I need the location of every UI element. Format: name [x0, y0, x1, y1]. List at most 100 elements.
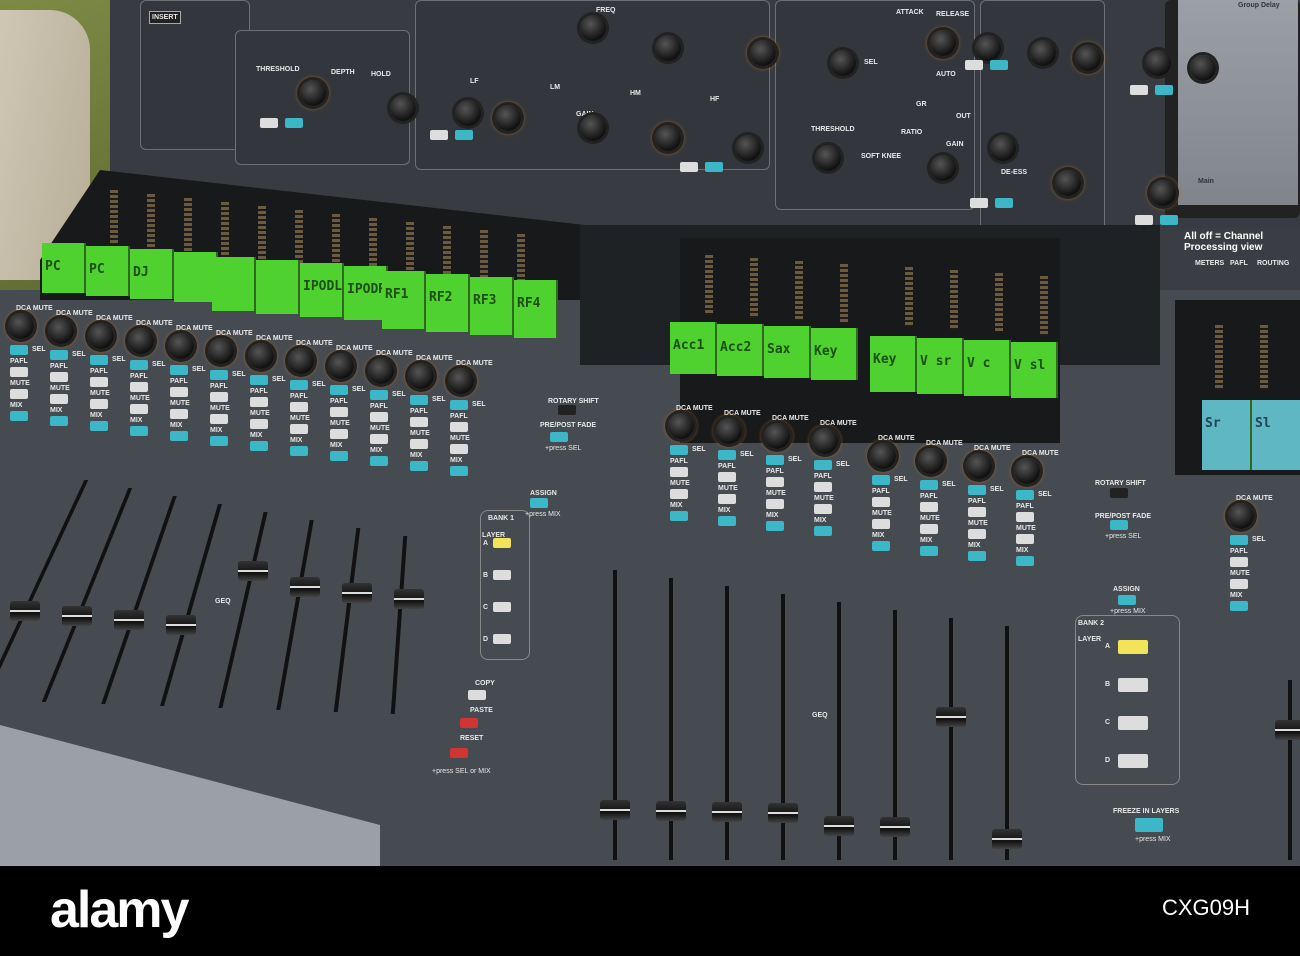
fader-knob[interactable]	[166, 615, 196, 636]
sel-button[interactable]	[705, 162, 723, 172]
layer-c-button[interactable]	[493, 602, 511, 612]
layer-d-button[interactable]	[493, 634, 511, 644]
fader-knob[interactable]	[290, 577, 320, 597]
sel-button[interactable]	[450, 400, 468, 410]
assign-button[interactable]	[530, 498, 548, 508]
rotary-knob[interactable]	[655, 35, 681, 61]
pafl-button[interactable]	[170, 387, 188, 397]
pafl-button[interactable]	[718, 472, 736, 482]
mute-button[interactable]	[330, 429, 348, 439]
pafl-button[interactable]	[410, 417, 428, 427]
copy-button[interactable]	[468, 690, 486, 700]
sel-button[interactable]	[10, 345, 28, 355]
mute-button[interactable]	[718, 494, 736, 504]
pafl-button[interactable]	[290, 402, 308, 412]
in-button[interactable]	[680, 162, 698, 172]
rotary-knob[interactable]	[1055, 170, 1081, 196]
mix-button[interactable]	[1230, 601, 1248, 611]
mute-button[interactable]	[130, 404, 148, 414]
mix-button[interactable]	[450, 466, 468, 476]
in-button[interactable]	[970, 198, 988, 208]
mix-button[interactable]	[766, 521, 784, 531]
sel-button[interactable]	[370, 390, 388, 400]
sel-button[interactable]	[90, 355, 108, 365]
mix-button[interactable]	[920, 546, 938, 556]
in-button[interactable]	[1130, 85, 1148, 95]
rotary-knob[interactable]	[975, 35, 1001, 61]
mix-button[interactable]	[50, 416, 68, 426]
mix-button[interactable]	[290, 446, 308, 456]
sel-button[interactable]	[50, 350, 68, 360]
sel-button[interactable]	[330, 385, 348, 395]
channel-knob[interactable]	[918, 448, 944, 474]
pafl-button[interactable]	[1230, 557, 1248, 567]
channel-knob[interactable]	[288, 348, 314, 374]
pafl-button[interactable]	[90, 377, 108, 387]
channel-knob[interactable]	[408, 363, 434, 389]
layer-c-button[interactable]	[1118, 716, 1148, 730]
mix-button[interactable]	[170, 431, 188, 441]
channel-knob[interactable]	[870, 443, 896, 469]
mute-button[interactable]	[170, 409, 188, 419]
fader-knob[interactable]	[394, 589, 424, 610]
rotary-knob[interactable]	[1030, 40, 1056, 66]
channel-knob[interactable]	[8, 313, 34, 339]
sel-button[interactable]	[1016, 490, 1034, 500]
layer-b-button[interactable]	[1118, 678, 1148, 692]
pafl-button[interactable]	[814, 482, 832, 492]
rotary-knob[interactable]	[930, 155, 956, 181]
pafl-button[interactable]	[968, 507, 986, 517]
pre-post-button[interactable]	[550, 432, 568, 442]
mix-button[interactable]	[10, 411, 28, 421]
layer-a-button[interactable]	[1118, 640, 1148, 654]
rotary-knob[interactable]	[1190, 55, 1216, 81]
mute-button[interactable]	[1230, 579, 1248, 589]
channel-knob[interactable]	[88, 323, 114, 349]
rotary-knob[interactable]	[735, 135, 761, 161]
pafl-button[interactable]	[210, 392, 228, 402]
fader-knob[interactable]	[238, 561, 268, 581]
rotary-knob[interactable]	[830, 50, 856, 76]
sel-button[interactable]	[250, 375, 268, 385]
channel-knob[interactable]	[128, 328, 154, 354]
mix-button[interactable]	[130, 426, 148, 436]
in-button[interactable]	[260, 118, 278, 128]
mute-button[interactable]	[410, 439, 428, 449]
sel-button[interactable]	[990, 60, 1008, 70]
channel-knob[interactable]	[248, 343, 274, 369]
mute-button[interactable]	[1016, 534, 1034, 544]
fader-knob[interactable]	[1275, 720, 1300, 740]
pafl-button[interactable]	[250, 397, 268, 407]
channel-knob[interactable]	[448, 368, 474, 394]
channel-knob[interactable]	[328, 353, 354, 379]
mute-button[interactable]	[968, 529, 986, 539]
sel-button[interactable]	[968, 485, 986, 495]
touch-screen[interactable]: Group Delay Main	[1178, 0, 1298, 205]
mix-button[interactable]	[410, 461, 428, 471]
channel-knob[interactable]	[48, 318, 74, 344]
fader-knob[interactable]	[936, 706, 966, 727]
freeze-button[interactable]	[1135, 818, 1163, 832]
mute-button[interactable]	[210, 414, 228, 424]
pafl-button[interactable]	[766, 477, 784, 487]
rotary-knob[interactable]	[1075, 45, 1101, 71]
fader-knob[interactable]	[768, 803, 798, 824]
sel-button[interactable]	[766, 455, 784, 465]
channel-knob[interactable]	[208, 338, 234, 364]
rotary-knob[interactable]	[815, 145, 841, 171]
mix-button[interactable]	[330, 451, 348, 461]
pafl-button[interactable]	[330, 407, 348, 417]
fader-knob[interactable]	[114, 610, 144, 631]
channel-knob[interactable]	[368, 358, 394, 384]
rotary-knob[interactable]	[1145, 50, 1171, 76]
channel-knob[interactable]	[966, 453, 992, 479]
fader-knob[interactable]	[10, 601, 40, 621]
layer-a-button[interactable]	[493, 538, 511, 548]
sel-button[interactable]	[285, 118, 303, 128]
pafl-button[interactable]	[920, 502, 938, 512]
mute-button[interactable]	[250, 419, 268, 429]
mix-button[interactable]	[872, 541, 890, 551]
sel-button[interactable]	[872, 475, 890, 485]
mix-button[interactable]	[250, 441, 268, 451]
mute-button[interactable]	[50, 394, 68, 404]
